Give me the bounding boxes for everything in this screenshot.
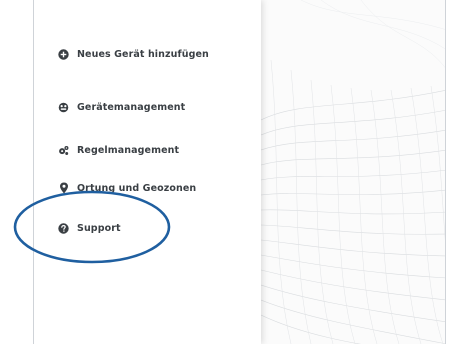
background-mesh-graphic [260,0,445,344]
question-circle-icon [58,222,69,234]
menu-item-support[interactable]: Support [58,219,121,237]
location-pin-icon [58,182,69,194]
menu-item-label: Support [77,222,121,234]
menu-item-label: Neues Gerät hinzufügen [77,48,209,60]
menu-item-rule-management[interactable]: Regelmanagement [58,141,179,159]
menu-item-label: Gerätemanagement [77,101,186,113]
menu-item-device-management[interactable]: Gerätemanagement [58,98,185,116]
gears-icon [58,145,69,156]
menu-item-label: Regelmanagement [77,144,180,156]
menu-item-add-device[interactable]: Neues Gerät hinzufügen [58,45,209,63]
wireframe-mesh-illustration [260,0,445,344]
sidebar-menu: Neues Gerät hinzufügen Gerätemanagement [34,0,261,344]
plus-circle-icon [58,48,69,60]
app-frame: Neues Gerät hinzufügen Gerätemanagement [33,0,446,344]
devices-icon [58,102,69,113]
menu-item-label: Ortung und Geozonen [77,182,197,194]
menu-item-location-geozones[interactable]: Ortung und Geozonen [58,179,196,197]
